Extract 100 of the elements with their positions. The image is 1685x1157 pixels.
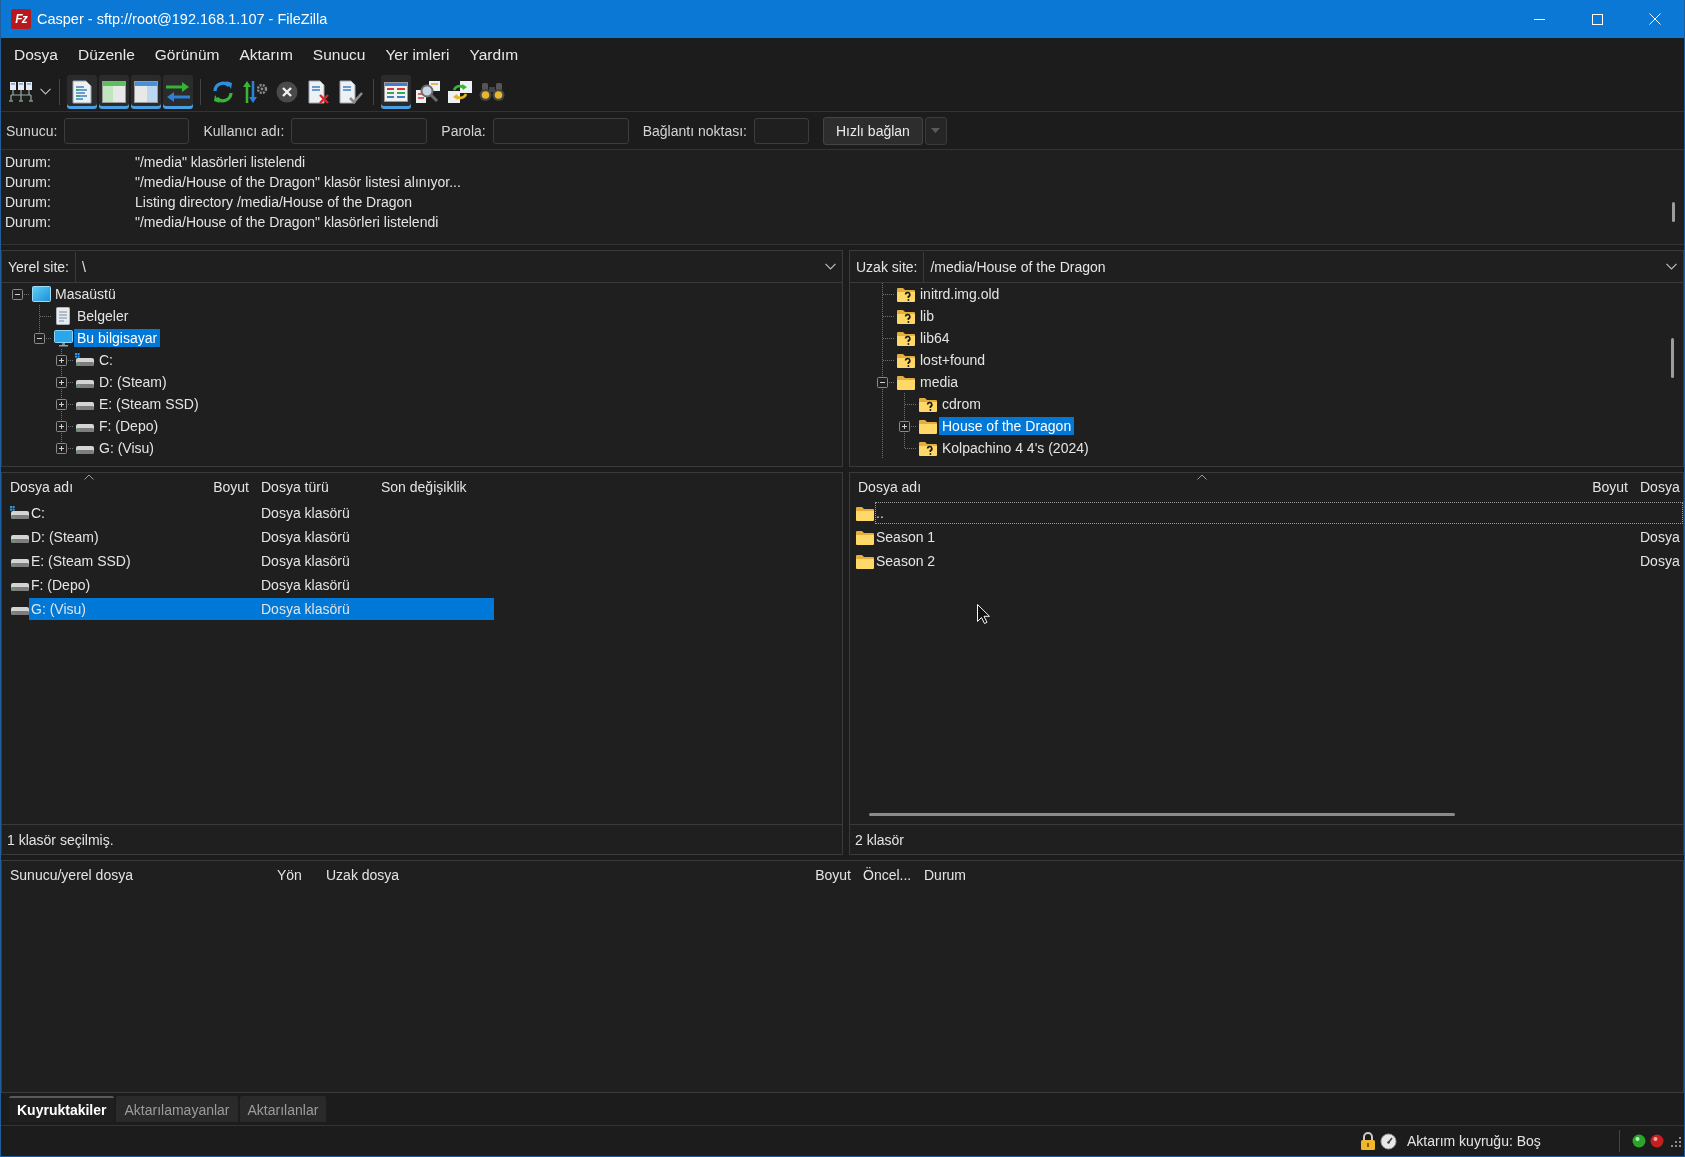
file-row[interactable]: G: (Visu) Dosya klasörü — [29, 598, 494, 620]
vertical-scrollbar[interactable] — [1672, 202, 1675, 222]
quickconnect-button[interactable]: Hızlı bağlan — [822, 116, 923, 145]
column-header[interactable]: Durum — [916, 861, 1683, 889]
column-header[interactable]: Öncel... — [855, 861, 916, 889]
folder-icon — [856, 505, 874, 521]
field-label: Bağlantı noktası: — [642, 122, 747, 139]
log-label: Durum: — [5, 154, 52, 170]
system-drive-icon — [10, 506, 30, 520]
tree-item[interactable]: F: (Depo) — [96, 417, 162, 435]
menu-item[interactable]: Aktarım — [229, 42, 303, 68]
file-row[interactable]: F: (Depo) Dosya klasörü — [29, 574, 494, 596]
file-row[interactable]: D: (Steam) Dosya klasörü — [29, 526, 494, 548]
folder-question-icon — [919, 396, 937, 412]
tree-item[interactable]: Masaüstü — [52, 285, 119, 303]
column-header[interactable]: Uzak dosya — [318, 861, 748, 889]
path-combobox[interactable]: /media/House of the Dragon — [923, 251, 1683, 282]
input-field[interactable] — [291, 117, 428, 144]
column-header[interactable]: Dosya adı — [2, 473, 176, 501]
menu-item[interactable]: Dosya — [4, 42, 68, 68]
menu-item[interactable]: Sunucu — [302, 42, 376, 68]
input-field[interactable] — [64, 117, 190, 144]
network-servers-icon — [9, 80, 33, 103]
vertical-scrollbar[interactable] — [1671, 338, 1674, 378]
toolbar-button[interactable] — [67, 74, 97, 109]
tab[interactable]: Aktarılanlar — [239, 1096, 327, 1122]
collapse-icon[interactable] — [12, 288, 23, 300]
tree-item[interactable]: initrd.img.old — [917, 285, 1003, 303]
log-message: "/media/House of the Dragon" klasör listesi alınıyor... — [135, 174, 461, 190]
column-header[interactable]: Dosya türü — [253, 473, 373, 501]
path-combobox[interactable]: \ — [74, 251, 842, 282]
tree-item[interactable]: lib — [917, 307, 937, 325]
file-name: .. — [875, 505, 885, 521]
toolbar-button[interactable] — [99, 74, 129, 109]
folder-question-icon — [897, 286, 915, 302]
file-row[interactable]: .. — [875, 502, 1683, 524]
log-message: Listing directory /media/House of the Dragon — [135, 194, 413, 210]
file-row[interactable]: Season 1 Dosya — [875, 526, 1683, 548]
tree-item[interactable]: D: (Steam) — [96, 373, 170, 391]
toolbar-button[interactable] — [163, 74, 193, 109]
close-icon — [1649, 13, 1661, 25]
column-header[interactable]: Yön — [269, 861, 318, 889]
server-check-icon — [339, 79, 363, 104]
table-cell-text: Dosya — [1639, 553, 1681, 569]
tab[interactable]: Aktarılamayanlar — [116, 1096, 238, 1122]
site-label: Yerel site: — [7, 258, 70, 275]
tree-item[interactable]: C: — [96, 351, 116, 369]
log-label: Durum: — [5, 214, 52, 230]
tree-item[interactable]: Kolpachino 4 4's (2024) — [939, 439, 1092, 457]
file-row[interactable]: Season 2 Dosya — [875, 550, 1683, 572]
expand-icon[interactable] — [56, 376, 67, 388]
tree-item[interactable]: E: (Steam SSD) — [96, 395, 202, 413]
tree-item[interactable]: G: (Visu) — [96, 439, 157, 457]
tree-item[interactable]: Bu bilgisayar — [74, 329, 161, 347]
status-text: 1 klasör seçilmiş. — [7, 831, 114, 848]
column-header[interactable]: Boyut — [176, 473, 253, 501]
table-cell-text: Dosya klasörü — [260, 529, 351, 545]
menu-item[interactable]: Düzenle — [67, 42, 145, 68]
toolbar-button[interactable] — [131, 74, 161, 109]
expand-icon[interactable] — [56, 420, 67, 432]
file-name: C: — [30, 505, 46, 521]
folder-question-icon — [897, 352, 915, 368]
table-cell-text: Dosya klasörü — [260, 505, 351, 521]
column-header[interactable]: Boyut — [748, 861, 855, 889]
column-header[interactable]: Son değişiklik — [373, 473, 494, 501]
tree-item[interactable]: lost+found — [917, 351, 988, 369]
sort-caret-icon — [84, 474, 94, 480]
menu-item[interactable]: Görünüm — [144, 42, 230, 68]
column-header[interactable]: Dosya — [1632, 473, 1683, 501]
tree-item[interactable]: House of the Dragon — [939, 417, 1075, 435]
tree-item[interactable]: lib64 — [917, 329, 953, 347]
tree-item[interactable]: Belgeler — [74, 307, 132, 325]
tree-item[interactable]: cdrom — [939, 395, 984, 413]
column-header[interactable]: Dosya adı — [850, 473, 1554, 501]
chevron-down-icon — [825, 263, 836, 270]
column-header[interactable]: Boyut — [1554, 473, 1632, 501]
table-cell-text: Dosya klasörü — [260, 577, 351, 593]
collapse-icon[interactable] — [877, 376, 888, 388]
panel-layout-icon — [134, 80, 158, 103]
sort-caret-icon — [1197, 474, 1207, 480]
menu-item[interactable]: Yer imleri — [375, 42, 460, 68]
input-field[interactable] — [753, 117, 809, 144]
magnifier-pages-icon — [415, 79, 441, 104]
tree-item[interactable]: media — [917, 373, 962, 391]
system-drive-icon — [75, 353, 95, 367]
horizontal-scrollbar[interactable] — [869, 813, 1455, 816]
file-row[interactable]: E: (Steam SSD) Dosya klasörü — [29, 550, 494, 572]
collapse-icon[interactable] — [34, 332, 45, 344]
expand-icon[interactable] — [56, 398, 67, 410]
menu-item[interactable]: Yardım — [459, 42, 529, 68]
folder-icon — [919, 418, 937, 434]
toolbar-button[interactable] — [381, 74, 411, 109]
input-field[interactable] — [492, 117, 629, 144]
server-x-icon — [308, 79, 330, 104]
expand-icon[interactable] — [56, 442, 67, 454]
file-name: D: (Steam) — [30, 529, 100, 545]
expand-icon[interactable] — [899, 420, 910, 432]
expand-icon[interactable] — [56, 354, 67, 366]
file-row[interactable]: C: Dosya klasörü — [29, 502, 494, 524]
column-header[interactable]: Sunucu/yerel dosya — [2, 861, 269, 889]
